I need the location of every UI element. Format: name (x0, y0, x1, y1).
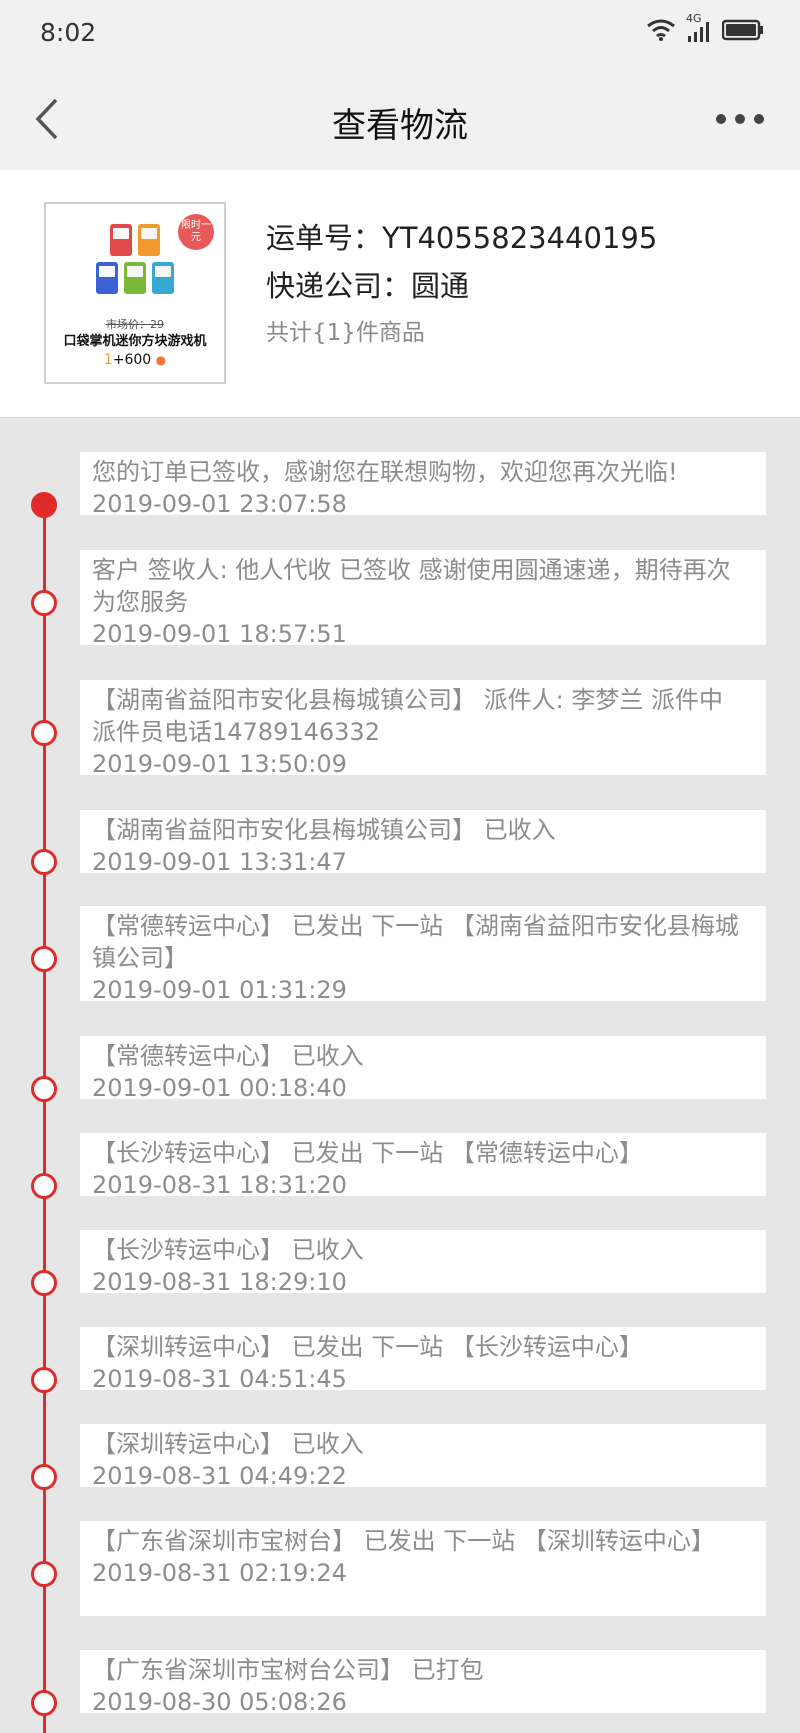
event-description: 【深圳转运中心】 已发出 下一站 【长沙转运中心】 (92, 1333, 643, 1361)
timeline-node (31, 1561, 57, 1587)
console-red (110, 224, 132, 256)
battery-icon (722, 19, 763, 41)
product-name: 口袋掌机迷你方块游戏机 (63, 334, 207, 349)
timeline-node (31, 590, 57, 616)
event-description: 您的订单已签收，感谢您在联想购物，欢迎您再次光临! (92, 458, 678, 486)
timeline-node (31, 720, 57, 746)
dot (754, 114, 764, 124)
status-bar: 8:02 4G (0, 0, 800, 70)
timeline-line (43, 505, 46, 1733)
event-time: 2019-08-31 18:31:20 (92, 1171, 347, 1199)
tracking-label: 运单号： (266, 221, 383, 255)
event-description: 【深圳转运中心】 已收入 (92, 1430, 364, 1458)
tracking-event: 【长沙转运中心】 已发出 下一站 【常德转运中心】 2019-08-31 18:… (80, 1133, 766, 1199)
tracking-event: 【湖南省益阳市安化县梅城镇公司】 已收入 2019-09-01 13:31:47 (80, 810, 766, 876)
tracking-event: 【常德转运中心】 已收入 2019-09-01 00:18:40 (80, 1036, 766, 1102)
event-description: 【湖南省益阳市安化县梅城镇公司】 派件人: 李梦兰 派件中 派件员电话14789… (92, 686, 723, 746)
shipment-card: 限时一元 市场价：29 口袋掌机迷你方块游戏机 1+600 ● 运单号：YT40… (0, 170, 800, 418)
tracking-number-row: 运单号：YT4055823440195 (266, 218, 657, 266)
event-time: 2019-08-31 04:49:22 (92, 1462, 347, 1490)
tracking-event: 【广东省深圳市宝树台】 已发出 下一站 【深圳转运中心】 2019-08-31 … (80, 1521, 766, 1616)
event-time: 2019-09-01 23:07:58 (92, 490, 347, 518)
timeline-node (31, 946, 57, 972)
event-time: 2019-08-31 04:51:45 (92, 1365, 347, 1393)
courier-name: 圆通 (411, 269, 470, 303)
event-description: 【长沙转运中心】 已收入 (92, 1236, 364, 1264)
status-time: 8:02 (40, 18, 97, 47)
event-time: 2019-09-01 00:18:40 (92, 1074, 347, 1102)
timeline-node (31, 1270, 57, 1296)
fire-icon: ● (155, 353, 167, 367)
nav-bar: 查看物流 (0, 70, 800, 170)
timeline-node (31, 1690, 57, 1716)
tracking-event: 【深圳转运中心】 已收入 2019-08-31 04:49:22 (80, 1424, 766, 1490)
page-title: 查看物流 (332, 106, 468, 146)
product-price: 1+600 ● (46, 352, 224, 368)
event-description: 【常德转运中心】 已收入 (92, 1042, 364, 1070)
more-dots-icon[interactable] (716, 114, 764, 124)
event-time: 2019-08-31 02:19:24 (92, 1559, 347, 1587)
console-cyan (152, 262, 174, 294)
event-description: 【常德转运中心】 已发出 下一站 【湖南省益阳市安化县梅城镇公司】 (92, 912, 739, 972)
event-time: 2019-09-01 18:57:51 (92, 620, 347, 648)
timeline-node (31, 1464, 57, 1490)
tracking-event: 【深圳转运中心】 已发出 下一站 【长沙转运中心】 2019-08-31 04:… (80, 1327, 766, 1393)
event-description: 【广东省深圳市宝树台公司】 已打包 (92, 1656, 484, 1684)
timeline-node (31, 1076, 57, 1102)
dot (716, 114, 726, 124)
event-time: 2019-08-31 18:29:10 (92, 1268, 347, 1296)
status-icons: 4G (646, 12, 764, 44)
price-prefix: 1 (103, 352, 113, 368)
event-time: 2019-09-01 13:31:47 (92, 848, 347, 876)
tracking-event: 客户 签收人: 他人代收 已签收 感谢使用圆通速递，期待再次为您服务 2019-… (80, 550, 766, 648)
tracking-event: 您的订单已签收，感谢您在联想购物，欢迎您再次光临! 2019-09-01 23:… (80, 452, 766, 518)
tracking-event: 【长沙转运中心】 已收入 2019-08-31 18:29:10 (80, 1230, 766, 1296)
event-description: 【长沙转运中心】 已发出 下一站 【常德转运中心】 (92, 1139, 643, 1167)
dot (735, 114, 745, 124)
event-description: 【湖南省益阳市安化县梅城镇公司】 已收入 (92, 816, 556, 844)
tracking-number: YT4055823440195 (382, 221, 658, 255)
timeline-node (31, 1367, 57, 1393)
product-thumbnail[interactable]: 限时一元 市场价：29 口袋掌机迷你方块游戏机 1+600 ● (44, 202, 226, 384)
event-description: 【广东省深圳市宝树台】 已发出 下一站 【深圳转运中心】 (92, 1527, 715, 1555)
tracking-event: 【常德转运中心】 已发出 下一站 【湖南省益阳市安化县梅城镇公司】 2019-0… (80, 906, 766, 1004)
timeline-node (31, 849, 57, 875)
event-description: 客户 签收人: 他人代收 已签收 感谢使用圆通速递，期待再次为您服务 (92, 556, 731, 616)
console-green (124, 262, 146, 294)
courier-label: 快递公司： (266, 269, 412, 303)
price-suffix: +600 (112, 352, 152, 368)
tracking-event: 【广东省深圳市宝树台公司】 已打包 2019-08-30 05:08:26 (80, 1650, 766, 1716)
event-time: 2019-08-30 05:08:26 (92, 1688, 347, 1716)
timeline-node-current (31, 492, 57, 518)
timeline-node (31, 1173, 57, 1199)
item-count: 共计{1}件商品 (266, 320, 425, 346)
4g-signal-icon: 4G (686, 12, 712, 44)
console-illustration (46, 224, 224, 294)
wifi-icon (647, 19, 675, 41)
console-orange (138, 224, 160, 256)
event-time: 2019-09-01 01:31:29 (92, 976, 347, 1004)
event-time: 2019-09-01 13:50:09 (92, 750, 347, 778)
courier-row: 快递公司：圆通 (266, 266, 657, 314)
shipment-info: 运单号：YT4055823440195 快递公司：圆通 共计{1}件商品 (266, 218, 657, 350)
tracking-event: 【湖南省益阳市安化县梅城镇公司】 派件人: 李梦兰 派件中 派件员电话14789… (80, 680, 766, 778)
console-blue (96, 262, 118, 294)
